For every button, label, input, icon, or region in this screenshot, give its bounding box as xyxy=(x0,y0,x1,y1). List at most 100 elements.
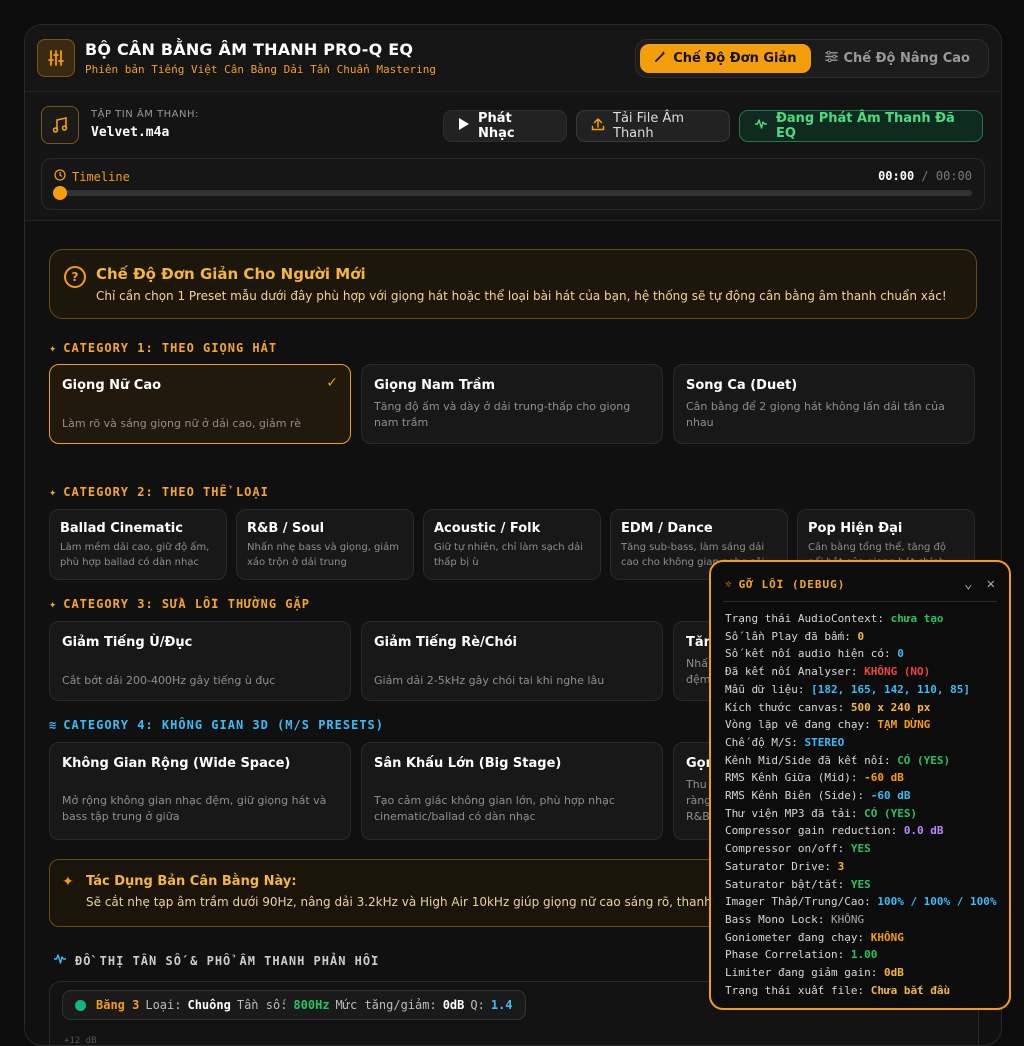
debug-row-label: Saturator bật/tắt: xyxy=(725,877,851,891)
debug-row-value: -60 dB xyxy=(864,771,904,785)
category-4-heading: ≋ CATEGORY 4: KHÔNG GIAN 3D (M/S PRESETS) xyxy=(49,718,384,732)
clock-icon xyxy=(54,169,66,184)
debug-row: Compressor on/off: YES xyxy=(725,840,997,858)
debug-row: RMS Kênh Giữa (Mid): -60 dB xyxy=(725,769,997,787)
debug-row-label: Phase Correlation: xyxy=(725,948,851,962)
preset-card-wide-space[interactable]: Không Gian Rộng (Wide Space) Mở rộng khô… xyxy=(49,742,351,840)
chevron-down-icon[interactable]: ⌄ xyxy=(964,576,972,592)
info-title: Chế Độ Đơn Giản Cho Người Mới xyxy=(96,265,366,283)
type-label: Loại: xyxy=(145,998,182,1012)
debug-row-label: Compressor on/off: xyxy=(725,842,851,856)
preset-card-male-low[interactable]: Giọng Nam Trầm Tăng độ ấm và dày ở dải t… xyxy=(361,364,663,444)
preset-title: Song Ca (Duet) xyxy=(686,378,798,393)
play-button[interactable]: Phát Nhạc xyxy=(443,110,567,142)
preset-desc: Cân bằng để 2 giọng hát không lấn dải tầ… xyxy=(686,400,945,429)
debug-row-label: RMS Kênh Biên (Side): xyxy=(725,789,871,803)
debug-row: Thư viện MP3 đã tải: CÓ (YES) xyxy=(725,805,997,823)
play-icon xyxy=(458,117,470,135)
sparkle-icon: ✦ xyxy=(49,485,58,499)
preset-card-rnb[interactable]: R&B / Soul Nhấn nhẹ bass và giọng, giảm … xyxy=(236,509,414,580)
category-3-heading: ✦ CATEGORY 3: SỬA LỖI THƯỜNG GẶP xyxy=(49,597,310,611)
category-2-label: CATEGORY 2: THEO THỂ LOẠI xyxy=(63,485,269,499)
close-icon[interactable]: ✕ xyxy=(987,576,995,592)
debug-row: Mẫu dữ liệu: [182, 165, 142, 110, 85] xyxy=(725,681,997,699)
debug-row: Kênh Mid/Side đã kết nối: CÓ (YES) xyxy=(725,752,997,770)
simple-mode-label: Chế Độ Đơn Giản xyxy=(673,50,797,66)
category-1-label: CATEGORY 1: THEO GIỌNG HÁT xyxy=(63,341,278,355)
sparkle-icon: ✦ xyxy=(49,597,58,611)
debug-row-label: Số kết nối audio hiện có: xyxy=(725,647,898,661)
upload-button[interactable]: Tải File Âm Thanh xyxy=(576,110,730,142)
q-label: Q: xyxy=(470,998,485,1012)
bug-icon: ☼ xyxy=(725,578,733,591)
preset-card-reduce-harsh[interactable]: Giảm Tiếng Rè/Chói Giảm dải 2-5kHz gây c… xyxy=(361,621,663,701)
preset-card-acoustic[interactable]: Acoustic / Folk Giữ tự nhiên, chỉ làm sạ… xyxy=(423,509,601,580)
seek-track[interactable] xyxy=(53,186,972,200)
preset-desc: Tăng độ ấm và dày ở dải trung-thấp cho g… xyxy=(374,400,631,429)
preset-card-reduce-muddy[interactable]: Giảm Tiếng Ù/Đục Cắt bớt dải 200-400Hz g… xyxy=(49,621,351,701)
category-4-label: CATEGORY 4: KHÔNG GIAN 3D (M/S PRESETS) xyxy=(63,718,384,732)
debug-row-value: STEREO xyxy=(804,735,845,749)
debug-row-label: Limiter đang giảm gain: xyxy=(725,966,884,980)
upload-label: Tải File Âm Thanh xyxy=(613,111,685,141)
debug-row-label: Compressor gain reduction: xyxy=(725,824,904,838)
debug-header: ☼ GỠ LỖI (DEBUG) xyxy=(725,578,845,591)
preset-card-ballad[interactable]: Ballad Cinematic Làm mềm dải cao, giữ độ… xyxy=(49,509,227,580)
question-icon: ? xyxy=(64,266,86,288)
debug-row-label: RMS Kênh Giữa (Mid): xyxy=(725,771,865,785)
sliders-icon xyxy=(824,50,838,67)
info-description: Chỉ cần chọn 1 Preset mẫu dưới đây phù h… xyxy=(96,289,947,303)
category-3-label: CATEGORY 3: SỬA LỖI THƯỜNG GẶP xyxy=(63,597,310,611)
debug-row: RMS Kênh Biên (Side): -60 dB xyxy=(725,787,997,805)
debug-row: Goniometer đang chạy: KHÔNG xyxy=(725,929,997,947)
mode-switch: Chế Độ Đơn Giản Chế Độ Nâng Cao xyxy=(635,38,989,78)
preset-card-big-stage[interactable]: Sân Khấu Lớn (Big Stage) Tạo cảm giác kh… xyxy=(361,742,663,840)
debug-row: Chế độ M/S: STEREO xyxy=(725,734,997,752)
file-label: TẬP TIN ÂM THANH: xyxy=(91,109,199,120)
check-icon: ✓ xyxy=(326,375,338,391)
advanced-mode-label: Chế Độ Nâng Cao xyxy=(843,50,970,66)
debug-row-value: [182, 165, 142, 110, 85] xyxy=(811,682,971,696)
debug-row: Vòng lặp vẽ đang chạy: TẠM DỪNG xyxy=(725,716,997,734)
debug-row-label: Kênh Mid/Side đã kết nối: xyxy=(725,753,898,767)
advanced-mode-button[interactable]: Chế Độ Nâng Cao xyxy=(811,44,984,73)
debug-row-value: 0 xyxy=(897,647,904,661)
preset-title: Giọng Nam Trầm xyxy=(374,378,496,393)
debug-row-value: 3 xyxy=(837,859,845,873)
debug-row-label: Chế độ M/S: xyxy=(725,735,805,749)
type-value: Chuông xyxy=(187,998,231,1012)
category-2-heading: ✦ CATEGORY 2: THEO THỂ LOẠI xyxy=(49,485,269,499)
preset-title: Giảm Tiếng Ù/Đục xyxy=(62,635,193,650)
debug-row-value: CÓ (YES) xyxy=(864,806,918,820)
effect-title: Tác Dụng Bản Cân Bằng Này: xyxy=(86,874,297,889)
preset-card-female-high[interactable]: Giọng Nữ Cao ✓ Làm rõ và sáng giọng nữ ở… xyxy=(49,364,351,444)
band-color-dot xyxy=(75,999,86,1011)
debug-row: Số kết nối audio hiện có: 0 xyxy=(725,645,997,663)
debug-row: Imager Thấp/Trung/Cao: 100% / 100% / 100… xyxy=(725,893,997,911)
header: BỘ CÂN BẰNG ÂM THANH PRO-Q EQ Phiên bản … xyxy=(25,25,1001,92)
file-name: Velvet.m4a xyxy=(91,125,170,140)
preset-desc: Giảm dải 2-5kHz gây chói tai khi nghe lâ… xyxy=(374,674,605,687)
main-content: ? Chế Độ Đơn Giản Cho Người Mới Chỉ cần … xyxy=(49,249,979,1045)
preset-desc: Tạo cảm giác không gian lớn, phù hợp nhạ… xyxy=(374,794,615,823)
debug-row: Compressor gain reduction: 0.0 dB xyxy=(725,822,997,840)
debug-row: Số lần Play đã bấm: 0 xyxy=(725,628,997,646)
debug-row-label: Mẫu dữ liệu: xyxy=(725,682,812,696)
graph-heading: ĐỒ THỊ TẦN SỐ & PHỔ ÂM THANH PHẢN HỒI xyxy=(53,952,379,969)
debug-lines: Trạng thái AudioContext: chưa tạo Số lần … xyxy=(725,610,997,999)
timeline: Timeline 00:00 / 00:00 xyxy=(41,158,985,210)
debug-row: Kích thước canvas: 500 x 240 px xyxy=(725,699,997,717)
preset-desc: Nhấ đệm xyxy=(686,657,711,686)
seek-thumb[interactable] xyxy=(53,186,67,200)
debug-row-value: CÓ (YES) xyxy=(897,753,951,767)
time-separator: / xyxy=(914,169,936,183)
play-label: Phát Nhạc xyxy=(478,111,515,141)
q-value: 1.4 xyxy=(490,998,513,1012)
debug-row-label: Vòng lặp vẽ đang chạy: xyxy=(725,718,878,732)
preset-title: Giọng Nữ Cao xyxy=(62,378,162,393)
simple-mode-button[interactable]: Chế Độ Đơn Giản xyxy=(640,43,811,73)
debug-row-value: Chưa bắt đầu xyxy=(870,983,951,997)
preset-card-duet[interactable]: Song Ca (Duet) Cân bằng để 2 giọng hát k… xyxy=(673,364,975,444)
debug-row-value: YES xyxy=(850,877,871,891)
eq-status-button[interactable]: Đang Phát Âm Thanh Đã EQ xyxy=(739,110,983,142)
